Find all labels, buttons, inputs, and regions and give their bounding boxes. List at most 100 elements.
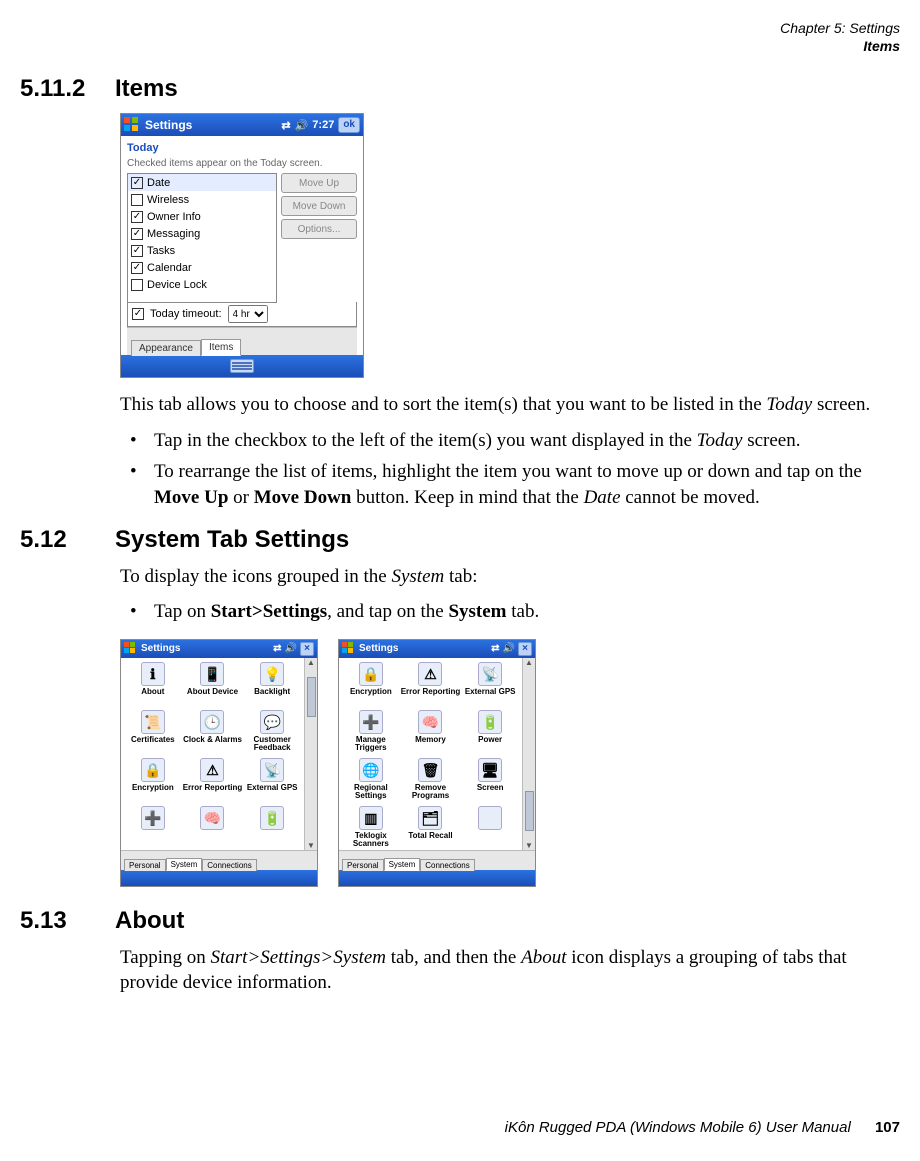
settings-icon[interactable]: 📱About Device bbox=[183, 662, 243, 710]
pda-system-2: Settings ⇄ 🔊 × 🔒Encryption⚠Error Reporti… bbox=[338, 639, 536, 887]
tab-personal[interactable]: Personal bbox=[342, 859, 384, 871]
settings-icon[interactable]: 🔋 bbox=[242, 806, 302, 854]
options-button[interactable]: Options... bbox=[281, 219, 357, 239]
bullets-5-11-2: Tap in the checkbox to the left of the i… bbox=[120, 428, 900, 511]
list-item-label: Date bbox=[147, 177, 170, 189]
close-icon[interactable]: × bbox=[300, 642, 314, 656]
connectivity-icon[interactable]: ⇄ bbox=[281, 119, 290, 132]
windows-start-icon[interactable] bbox=[124, 117, 140, 133]
settings-icon[interactable]: 🖥Screen bbox=[460, 758, 520, 806]
page-footer: iKôn Rugged PDA (Windows Mobile 6) User … bbox=[505, 1119, 900, 1136]
tab-connections[interactable]: Connections bbox=[202, 859, 256, 871]
scrollbar[interactable]: ▲▼ bbox=[304, 658, 317, 850]
list-item[interactable]: Device Lock bbox=[128, 276, 276, 293]
windows-start-icon[interactable] bbox=[342, 642, 355, 655]
icon-label: External GPS bbox=[465, 688, 516, 696]
running-header: Chapter 5: Settings Items bbox=[20, 20, 900, 55]
tab-connections[interactable]: Connections bbox=[420, 859, 474, 871]
app-icon: 🔋 bbox=[478, 710, 502, 734]
list-item[interactable]: ✓ Tasks bbox=[128, 242, 276, 259]
app-icon: 📡 bbox=[260, 758, 284, 782]
timeout-checkbox[interactable]: ✓ bbox=[132, 308, 144, 320]
list-item[interactable]: ✓ Date bbox=[128, 174, 276, 191]
list-item[interactable]: Wireless bbox=[128, 191, 276, 208]
icon-label: Error Reporting bbox=[183, 784, 243, 792]
checkbox[interactable]: ✓ bbox=[131, 245, 143, 257]
settings-icon[interactable]: 🧠Memory bbox=[401, 710, 461, 758]
settings-icon[interactable]: 🕒Clock & Alarms bbox=[183, 710, 243, 758]
ok-button[interactable]: ok bbox=[338, 117, 360, 133]
move-down-button[interactable]: Move Down bbox=[281, 196, 357, 216]
app-icon: 🔒 bbox=[359, 662, 383, 686]
settings-icon[interactable]: 🗑Remove Programs bbox=[401, 758, 461, 806]
settings-icon[interactable]: 🔒Encryption bbox=[123, 758, 183, 806]
app-icon: ▥ bbox=[359, 806, 383, 830]
tab-personal[interactable]: Personal bbox=[124, 859, 166, 871]
list-item[interactable]: ✓Calendar bbox=[128, 259, 276, 276]
list-item-label: Tasks bbox=[147, 245, 175, 257]
app-icon: 🧠 bbox=[200, 806, 224, 830]
tab-system[interactable]: System bbox=[166, 858, 203, 871]
connectivity-icon[interactable]: ⇄ bbox=[273, 643, 281, 654]
timeout-select[interactable]: 4 hr bbox=[228, 305, 268, 323]
scrollbar[interactable]: ▲▼ bbox=[522, 658, 535, 850]
settings-icon[interactable]: 🔋 Power bbox=[460, 710, 520, 758]
running-section: Items bbox=[863, 38, 900, 54]
tab-system[interactable]: System bbox=[384, 858, 421, 871]
volume-icon[interactable]: 🔊 bbox=[503, 643, 515, 654]
clock-time[interactable]: 7:27 bbox=[312, 119, 334, 131]
tab-items[interactable]: Items bbox=[201, 339, 241, 356]
list-item[interactable]: ✓ Owner Info bbox=[128, 208, 276, 225]
settings-icon[interactable]: 🗂Total Recall bbox=[401, 806, 461, 854]
settings-icon[interactable]: 🌐Regional Settings bbox=[341, 758, 401, 806]
checkbox[interactable]: ✓ bbox=[131, 211, 143, 223]
icon-label: Encryption bbox=[350, 688, 392, 696]
keyboard-icon[interactable] bbox=[230, 359, 254, 373]
windows-start-icon[interactable] bbox=[124, 642, 137, 655]
settings-icon[interactable]: 💡Backlight bbox=[242, 662, 302, 710]
checkbox[interactable]: ✓ bbox=[131, 177, 143, 189]
icon-label: Total Recall bbox=[408, 832, 452, 840]
settings-icon[interactable]: 📡External GPS bbox=[460, 662, 520, 710]
list-item-label: Messaging bbox=[147, 228, 200, 240]
connectivity-icon[interactable]: ⇄ bbox=[491, 643, 499, 654]
settings-icon[interactable]: ➕ bbox=[123, 806, 183, 854]
bullet-rearrange: To rearrange the list of items, highligh… bbox=[120, 459, 900, 510]
today-subhead: Today bbox=[127, 142, 357, 154]
settings-icon[interactable]: 📜Certificates bbox=[123, 710, 183, 758]
move-up-button[interactable]: Move Up bbox=[281, 173, 357, 193]
list-item[interactable]: ✓ Messaging bbox=[128, 225, 276, 242]
settings-icon[interactable]: 📡External GPS bbox=[242, 758, 302, 806]
checkbox[interactable]: ✓ bbox=[131, 262, 143, 274]
settings-icon[interactable]: ℹAbout bbox=[123, 662, 183, 710]
list-item-label: Wireless bbox=[147, 194, 189, 206]
today-tabbar: Appearance Items bbox=[127, 327, 357, 355]
pda-today-items: Settings ⇄ 🔊 7:27 ok Today Checked items… bbox=[120, 113, 364, 378]
close-icon[interactable]: × bbox=[518, 642, 532, 656]
settings-icon[interactable]: ▥Teklogix Scanners bbox=[341, 806, 401, 854]
icon-label: Power bbox=[478, 736, 502, 744]
volume-icon[interactable]: 🔊 bbox=[295, 119, 309, 132]
settings-icon[interactable]: ⚠Error Reporting bbox=[183, 758, 243, 806]
checkbox[interactable] bbox=[131, 279, 143, 291]
items-listbox[interactable]: ✓ Date Wireless ✓ Owner Info ✓ Messaging ✓ Tasks… bbox=[127, 173, 277, 303]
settings-icon[interactable]: 💬Customer Feedback bbox=[242, 710, 302, 758]
list-item-label: Owner Info bbox=[147, 211, 201, 223]
app-icon: 🕒 bbox=[200, 710, 224, 734]
running-chapter: Chapter 5: Settings bbox=[780, 20, 900, 36]
tab-appearance[interactable]: Appearance bbox=[131, 340, 201, 356]
system-icon-grid[interactable]: 🔒 Encryption ⚠Error Reporting📡External GPS… bbox=[339, 658, 522, 850]
app-icon: 💡 bbox=[260, 662, 284, 686]
checkbox[interactable]: ✓ bbox=[131, 228, 143, 240]
volume-icon[interactable]: 🔊 bbox=[285, 643, 297, 654]
icon-label: Regional Settings bbox=[341, 784, 401, 801]
settings-icon[interactable]: ➕Manage Triggers bbox=[341, 710, 401, 758]
settings-icon[interactable] bbox=[460, 806, 520, 854]
settings-icon[interactable]: ⚠Error Reporting bbox=[401, 662, 461, 710]
timeout-label: Today timeout: bbox=[150, 308, 222, 320]
settings-icon[interactable]: 🔒 Encryption bbox=[341, 662, 401, 710]
settings-icon[interactable]: 🧠 bbox=[183, 806, 243, 854]
system-icon-grid[interactable]: ℹAbout📱About Device💡Backlight 📜Certificat… bbox=[121, 658, 304, 850]
heading-5-12: 5.12System Tab Settings bbox=[20, 526, 900, 554]
checkbox[interactable] bbox=[131, 194, 143, 206]
